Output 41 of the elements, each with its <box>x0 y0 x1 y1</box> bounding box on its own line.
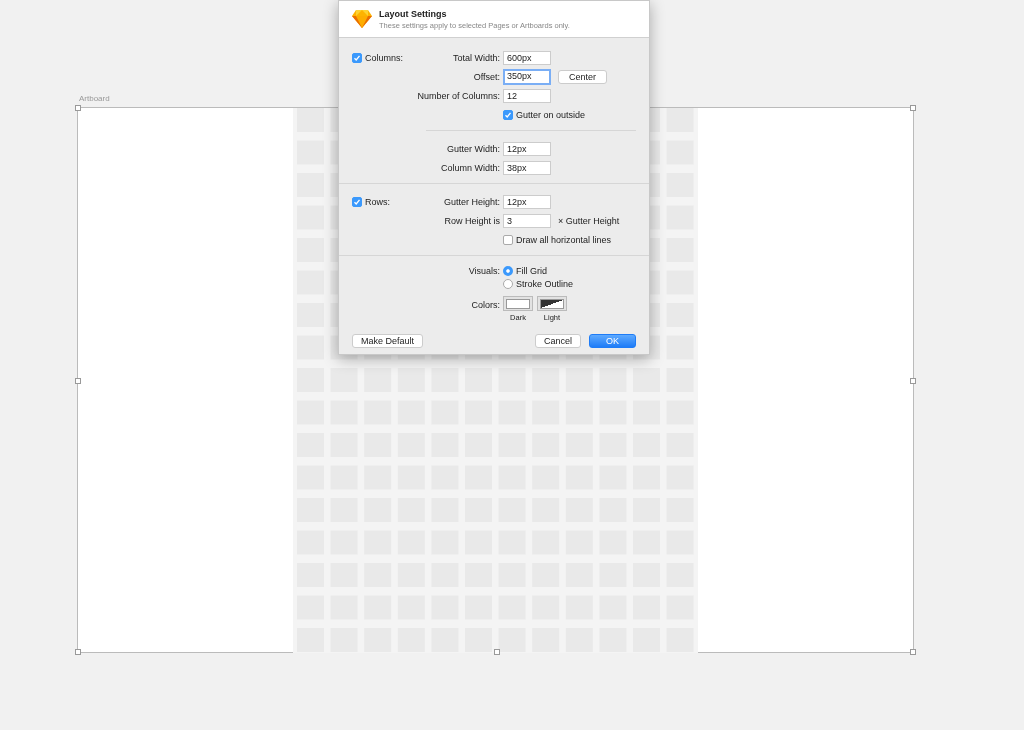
rows-checkbox[interactable]: Rows: <box>352 196 390 207</box>
columns-checkbox[interactable]: Columns: <box>352 52 403 63</box>
resize-handle[interactable] <box>75 378 81 384</box>
checkmark-icon <box>353 53 361 62</box>
colors-label: Colors: <box>471 300 500 310</box>
draw-lines-checkbox[interactable]: Draw all horizontal lines <box>503 234 612 245</box>
resize-handle[interactable] <box>910 105 916 111</box>
input-field[interactable]: 3 <box>503 213 551 228</box>
color-well[interactable] <box>503 296 533 311</box>
field-label: Total Width: <box>452 52 500 63</box>
dialog-title: Layout Settings <box>379 8 448 19</box>
visuals-label: Visuals: <box>468 265 500 276</box>
gutter-outside-checkbox[interactable]: Gutter on outside <box>503 109 586 120</box>
resize-handle[interactable] <box>75 649 81 655</box>
radio-option[interactable]: Fill Grid <box>503 265 547 276</box>
field-label: Number of Columns: <box>417 90 500 101</box>
field-suffix: × Gutter Height <box>558 215 620 226</box>
artboard-label: Artboard <box>79 94 110 103</box>
resize-handle[interactable] <box>910 378 916 384</box>
resize-handle[interactable] <box>75 105 81 111</box>
field-label: Offset: <box>473 71 500 82</box>
input-field[interactable]: 12px <box>503 141 551 156</box>
input-field[interactable]: 12 <box>503 88 551 103</box>
diamond-icon <box>351 9 373 29</box>
center-button[interactable]: Center <box>558 69 607 84</box>
resize-handle[interactable] <box>910 649 916 655</box>
resize-handle[interactable] <box>494 649 500 655</box>
color-well[interactable] <box>537 296 567 311</box>
dialog-button[interactable]: Cancel <box>534 334 581 348</box>
input-field[interactable]: 12px <box>503 194 551 209</box>
input-field[interactable]: 350px <box>503 68 551 85</box>
input-field[interactable]: 38px <box>503 160 551 175</box>
radio-option[interactable]: Stroke Outline <box>503 278 574 289</box>
checkmark-icon <box>504 110 512 119</box>
field-label: Column Width: <box>440 162 500 173</box>
input-field[interactable]: 600px <box>503 50 551 65</box>
field-label: Gutter Height: <box>443 196 500 207</box>
dialog-button[interactable]: Make Default <box>352 334 424 348</box>
field-label: Row Height is <box>444 215 500 226</box>
checkmark-icon <box>353 197 361 206</box>
field-label: Gutter Width: <box>447 143 500 154</box>
